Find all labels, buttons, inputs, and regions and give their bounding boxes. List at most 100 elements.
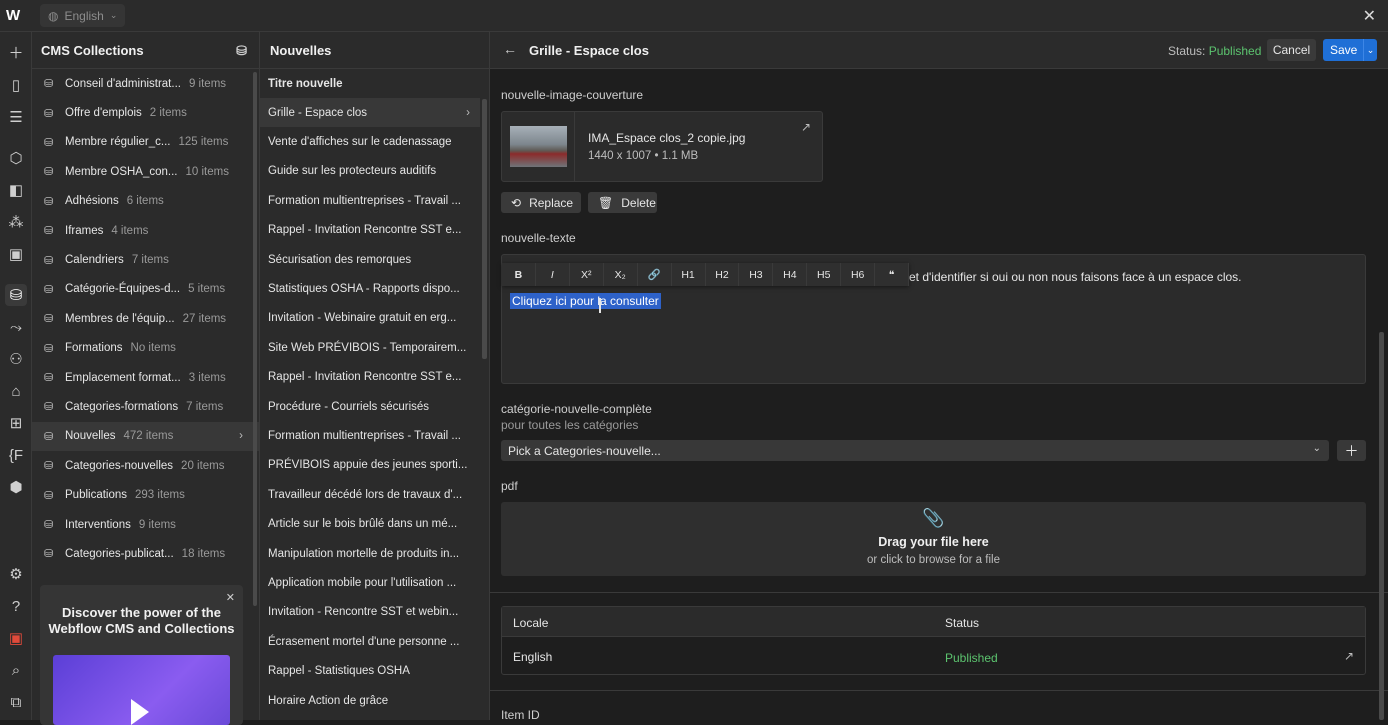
image-card[interactable]: IMA_Espace clos_2 copie.jpg 1440 x 1007 … — [501, 111, 823, 182]
item-row[interactable]: Invitation - Webinaire gratuit en erg... — [260, 304, 480, 333]
chevron-down-icon[interactable]: ⌄ — [1363, 39, 1377, 61]
add-category-button[interactable]: ＋ — [1337, 440, 1366, 461]
language-selector[interactable]: ◍ English ⌄ — [40, 4, 126, 27]
navigator-icon[interactable]: ☰ — [5, 106, 27, 128]
item-row[interactable]: Site Web PRÉVIBOIS - Temporairem... — [260, 333, 480, 362]
open-external-icon[interactable]: ↗ — [1344, 649, 1354, 663]
h1-button[interactable]: H1 — [672, 263, 706, 286]
components-icon[interactable]: ⬡ — [5, 147, 27, 169]
scrollbar[interactable] — [1379, 332, 1384, 720]
collection-item[interactable]: ⛁ Iframes 4 items — [32, 216, 259, 245]
collection-item[interactable]: ⛁ Publications 293 items — [32, 480, 259, 509]
collection-item[interactable]: ⛁ Interventions 9 items — [32, 510, 259, 539]
item-title: Rappel - Invitation Rencontre SST e... — [268, 371, 462, 384]
search-icon[interactable]: ⌕ — [5, 659, 27, 681]
users-icon[interactable]: ⚇ — [5, 348, 27, 370]
item-row[interactable]: Écrasement mortel d'une personne ... — [260, 627, 480, 656]
add-icon[interactable]: ＋ — [5, 41, 27, 63]
apps-icon[interactable]: ⊞ — [5, 412, 27, 434]
item-row[interactable]: Statistiques OSHA - Rapports dispo... — [260, 274, 480, 303]
collection-item[interactable]: ⛁ Formations No items — [32, 334, 259, 363]
collection-item[interactable]: ⛁ Offre d'emplois 2 items — [32, 98, 259, 127]
settings-icon[interactable]: ⚙ — [5, 563, 27, 585]
item-row[interactable]: Sécurisation des remorques — [260, 245, 480, 274]
collection-item[interactable]: ⛁ Adhésions 6 items — [32, 187, 259, 216]
record-icon[interactable]: ▣ — [5, 627, 27, 649]
collection-item[interactable]: ⛁ Catégorie-Équipes-d... 5 items — [32, 275, 259, 304]
item-row[interactable]: Rappel - Statistiques OSHA — [260, 656, 480, 685]
item-row[interactable]: PRÉVIBOIS appuie des jeunes sporti... — [260, 451, 480, 480]
logic-icon[interactable]: ⤳ — [5, 316, 27, 338]
italic-button[interactable]: I — [536, 263, 570, 286]
ecommerce-icon[interactable]: ⌂ — [5, 380, 27, 402]
superscript-button[interactable]: X² — [570, 263, 604, 286]
h4-button[interactable]: H4 — [773, 263, 808, 286]
add-collection-icon[interactable]: ⛁ — [236, 43, 247, 59]
delete-button[interactable]: 🗑 Delete — [588, 192, 657, 213]
subscript-button[interactable]: X₂ — [604, 263, 638, 286]
collection-item[interactable]: ⛁ Membres de l'équip... 27 items — [32, 304, 259, 333]
item-row[interactable]: Invitation - Rencontre SST et webin... — [260, 598, 480, 627]
h3-button[interactable]: H3 — [739, 263, 774, 286]
item-row[interactable]: Article sur le bois brûlé dans un mé... — [260, 509, 480, 538]
database-icon: ⛁ — [44, 519, 54, 532]
close-icon[interactable]: ✕ — [226, 591, 235, 604]
item-row[interactable]: Formation multientreprises - Travail ... — [260, 421, 480, 450]
collection-item[interactable]: ⛁ Conseil d'administrat... 9 items — [32, 69, 259, 98]
collection-item[interactable]: ⛁ Membre régulier_c... 125 items — [32, 128, 259, 157]
collection-item[interactable]: ⛁ Emplacement format... 3 items — [32, 363, 259, 392]
category-picker[interactable]: Pick a Categories-nouvelle... ⌄ — [501, 440, 1329, 461]
collection-item[interactable]: ⛁ Categories-formations 7 items — [32, 392, 259, 421]
h6-button[interactable]: H6 — [841, 263, 876, 286]
scrollbar[interactable] — [253, 72, 257, 606]
collection-item[interactable]: ⛁ Categories-publicat... 18 items — [32, 539, 259, 568]
collection-item[interactable]: ⛁ Categories-nouvelles 20 items — [32, 451, 259, 480]
link-icon[interactable]: 🔗 — [638, 263, 672, 286]
item-row[interactable]: Procédure - Courriels sécurisés — [260, 392, 480, 421]
apps-marketplace-icon[interactable]: ⧉ — [5, 691, 27, 713]
item-row[interactable]: Rappel - Invitation Rencontre SST e... — [260, 363, 480, 392]
pdf-dropzone[interactable]: 📎 Drag your file here or click to browse… — [501, 502, 1366, 576]
collection-item[interactable]: ⛁ Nouvelles 472 items › — [32, 421, 259, 452]
promo-video-thumbnail[interactable] — [53, 655, 230, 725]
variables-icon[interactable]: ⁂ — [5, 211, 27, 233]
item-row[interactable]: Application mobile pour l'utilisation ..… — [260, 568, 480, 597]
item-row[interactable]: Rappel - Invitation Rencontre SST e... — [260, 216, 480, 245]
back-arrow-icon[interactable]: ← — [503, 41, 517, 57]
collection-item[interactable]: ⛁ Membre OSHA_con... 10 items — [32, 157, 259, 186]
item-row[interactable]: Grille - Espace clos › — [260, 98, 480, 128]
replace-button[interactable]: ⟲ Replace — [501, 192, 581, 213]
h5-button[interactable]: H5 — [807, 263, 842, 286]
help-icon[interactable]: ? — [5, 595, 27, 617]
item-row[interactable]: Guide sur les protecteurs auditifs — [260, 157, 480, 186]
editor-paragraph[interactable]: et d'identifier si oui ou non nous faiso… — [909, 270, 1242, 284]
bold-button[interactable]: B — [502, 263, 536, 286]
rich-text-editor[interactable]: et d'identifier si oui ou non nous faiso… — [501, 254, 1366, 384]
cancel-button[interactable]: Cancel — [1267, 39, 1316, 61]
dropzone-subtitle: or click to browse for a file — [867, 554, 1000, 566]
collection-name: Calendriers — [65, 254, 124, 267]
assets-icon[interactable]: ▣ — [5, 243, 27, 265]
collection-count: 7 items — [186, 400, 224, 413]
open-external-icon[interactable]: ↗ — [801, 120, 811, 134]
item-row[interactable]: Vente d'affiches sur le cadenassage — [260, 127, 480, 156]
save-button[interactable]: Save ⌄ — [1323, 39, 1377, 61]
items-column-header[interactable]: Titre nouvelle — [260, 69, 489, 98]
item-row[interactable]: Travailleur décédé lors de travaux d'... — [260, 480, 480, 509]
close-icon[interactable]: ✕ — [1363, 6, 1376, 26]
scrollbar[interactable] — [482, 99, 487, 359]
item-row[interactable]: Formation multientreprises - Travail ... — [260, 186, 480, 215]
cms-icon[interactable]: ⛁ — [5, 284, 27, 306]
editor-selected-link[interactable]: Cliquez ici pour la consulter — [510, 293, 661, 309]
play-icon[interactable] — [131, 699, 149, 725]
collection-item[interactable]: ⛁ Calendriers 7 items — [32, 245, 259, 274]
webflow-logo-icon[interactable]: W — [6, 7, 26, 25]
page-icon[interactable]: ▯ — [5, 74, 27, 96]
style-guide-icon[interactable]: ◧ — [5, 179, 27, 201]
fonts-icon[interactable]: {F — [5, 444, 27, 466]
item-row[interactable]: Manipulation mortelle de produits in... — [260, 539, 480, 568]
h2-button[interactable]: H2 — [706, 263, 740, 286]
package-icon[interactable]: ⬢ — [5, 476, 27, 498]
quote-icon[interactable]: ❝ — [875, 263, 910, 286]
item-row[interactable]: Horaire Action de grâce — [260, 686, 480, 715]
